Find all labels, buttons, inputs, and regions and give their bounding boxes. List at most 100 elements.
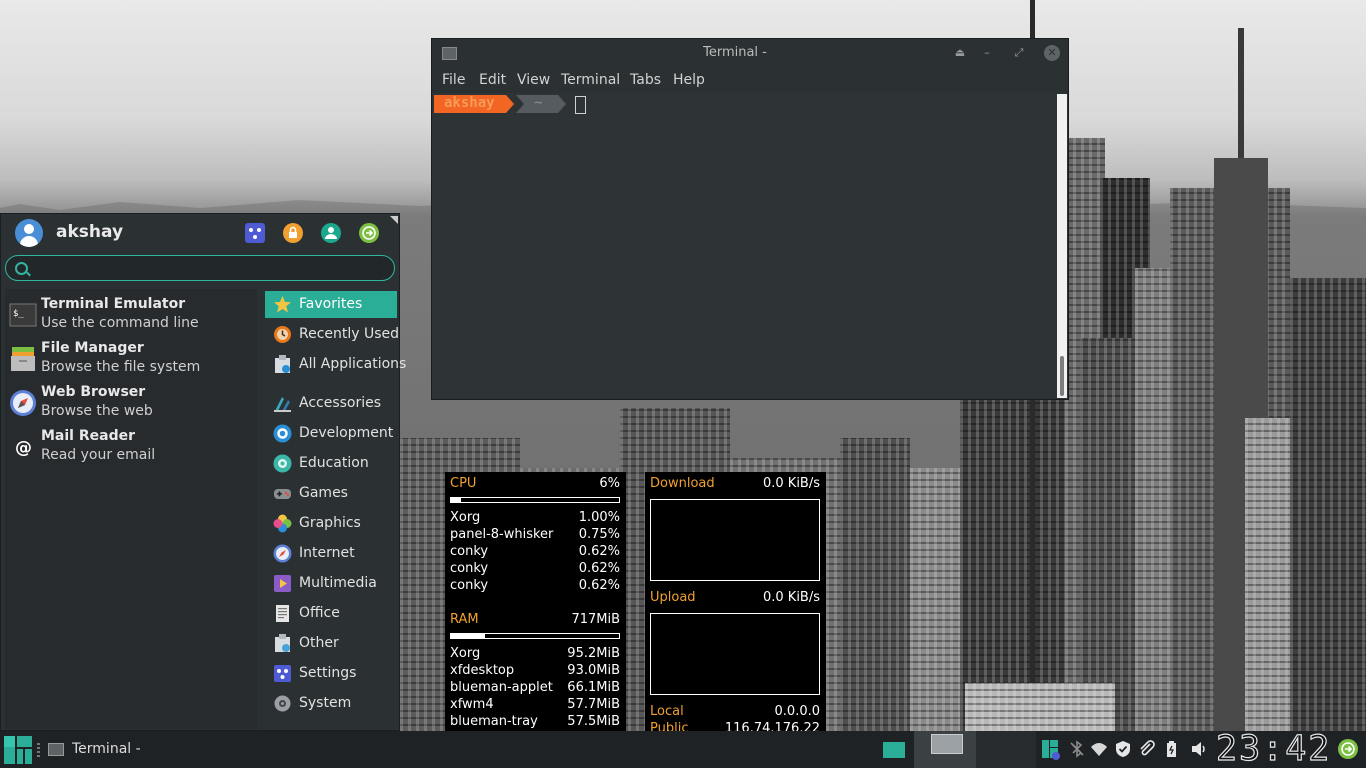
favorite-mail-reader[interactable]: @ Mail Reader Read your email <box>5 425 257 469</box>
office-icon <box>273 604 292 623</box>
lock-screen-icon[interactable] <box>283 223 303 243</box>
public-ip-row: Public 116.74.176.22 <box>650 721 820 731</box>
other-icon <box>273 634 292 653</box>
ram-process-row: xfdesktop 93.0MiB <box>450 663 620 678</box>
cpu-process-row: conky 0.62% <box>450 561 620 576</box>
terminal-title: Terminal - <box>703 45 767 60</box>
favorite-terminal-emulator[interactable]: $_ Terminal Emulator Use the command lin… <box>5 293 257 337</box>
favorites-list: $_ Terminal Emulator Use the command lin… <box>5 289 257 729</box>
ram-usage-bar <box>450 633 620 639</box>
maximize-icon[interactable]: ⤢ <box>1011 45 1027 61</box>
category-favorites[interactable]: Favorites <box>265 291 397 318</box>
settings-manager-icon[interactable] <box>245 223 265 243</box>
search-icon <box>15 262 28 275</box>
category-graphics[interactable]: Graphics <box>265 510 397 537</box>
category-games[interactable]: Games <box>265 480 397 507</box>
applications-icon <box>273 355 292 374</box>
cpu-header: CPU 6% <box>450 476 620 491</box>
ram-process-row: blueman-tray 57.5MiB <box>450 714 620 729</box>
compass-icon <box>9 389 37 417</box>
scrollbar-thumb[interactable] <box>1060 356 1064 396</box>
resize-corner-icon[interactable] <box>390 216 398 224</box>
taskbar: Terminal - 23:42 <box>0 731 1366 768</box>
terminal-scrollbar[interactable] <box>1057 94 1067 398</box>
workspace-2[interactable] <box>976 731 1036 768</box>
logout-icon[interactable] <box>1338 739 1358 759</box>
terminal-icon <box>48 743 64 756</box>
category-settings[interactable]: Settings <box>265 660 397 687</box>
menu-tabs[interactable]: Tabs <box>630 72 661 88</box>
search-field[interactable] <box>5 255 395 281</box>
local-ip-row: Local 0.0.0.0 <box>650 704 820 719</box>
prompt-dir-segment: ~ <box>516 95 566 113</box>
folder-icon <box>9 345 37 373</box>
favorite-file-manager[interactable]: File Manager Browse the file system <box>5 337 257 381</box>
conky-system-panel: CPU 6% Xorg 1.00% panel-8-whisker 0.75% co… <box>445 472 626 731</box>
internet-icon <box>273 544 292 563</box>
taskbar-task-terminal[interactable]: Terminal - <box>44 731 214 768</box>
menu-file[interactable]: File <box>442 72 465 88</box>
star-icon <box>273 295 292 314</box>
category-development[interactable]: Development <box>265 420 397 447</box>
education-icon <box>273 454 292 473</box>
category-accessories[interactable]: Accessories <box>265 390 397 417</box>
minimize-icon[interactable]: – <box>979 45 995 61</box>
search-input[interactable] <box>36 259 390 279</box>
bluetooth-disabled-icon[interactable] <box>1068 740 1086 758</box>
terminal-titlebar[interactable]: Terminal - ⏏ – ⤢ ✕ <box>432 39 1068 67</box>
panel-handle <box>37 743 40 757</box>
upload-graph <box>650 613 820 695</box>
menu-header: akshay <box>1 214 401 252</box>
category-recently-used[interactable]: Recently Used <box>265 321 399 348</box>
whisker-menu: akshay $_ Terminal Emulator Use the comm… <box>0 213 406 731</box>
clipboard-icon[interactable] <box>1138 740 1156 758</box>
conky-network-panel: Download 0.0 KiB/s Upload 0.0 KiB/s Loca… <box>645 472 826 731</box>
workspace-window-thumbnail <box>931 734 963 754</box>
at-sign-icon: @ <box>9 433 37 461</box>
svg-text:@: @ <box>15 438 32 458</box>
category-office[interactable]: Office <box>265 600 397 627</box>
ram-process-row: xfwm4 57.7MiB <box>450 697 620 712</box>
cpu-process-row: Xorg 1.00% <box>450 510 620 525</box>
logout-icon[interactable] <box>359 223 379 243</box>
terminal-output[interactable]: akshay ~ <box>434 94 1056 398</box>
shade-icon[interactable]: ⏏ <box>952 45 968 61</box>
clock[interactable]: 23:42 <box>1216 731 1330 768</box>
manjaro-notifier-icon[interactable] <box>1042 740 1060 760</box>
settings-icon <box>273 664 292 683</box>
favorite-web-browser[interactable]: Web Browser Browse the web <box>5 381 257 425</box>
multimedia-icon <box>273 574 292 593</box>
category-multimedia[interactable]: Multimedia <box>265 570 397 597</box>
cpu-process-row: conky 0.62% <box>450 578 620 593</box>
switch-user-icon[interactable] <box>321 223 341 243</box>
ram-process-row: Xorg 95.2MiB <box>450 646 620 661</box>
category-education[interactable]: Education <box>265 450 397 477</box>
shield-icon[interactable] <box>1114 740 1132 758</box>
cpu-process-row: conky 0.62% <box>450 544 620 559</box>
ram-process-row: blueman-applet 66.1MiB <box>450 680 620 695</box>
category-system[interactable]: System <box>265 690 397 717</box>
menu-help[interactable]: Help <box>673 72 705 88</box>
category-other[interactable]: Other <box>265 630 397 657</box>
cpu-usage-bar <box>450 497 620 503</box>
category-internet[interactable]: Internet <box>265 540 397 567</box>
category-all-applications[interactable]: All Applications <box>265 351 406 378</box>
gamepad-icon <box>273 484 292 503</box>
download-header: Download 0.0 KiB/s <box>650 476 820 491</box>
svg-text:$_: $_ <box>13 309 24 319</box>
manjaro-menu-icon[interactable] <box>4 736 32 764</box>
menu-view[interactable]: View <box>517 72 550 88</box>
workspace-1[interactable] <box>914 731 976 768</box>
volume-icon[interactable] <box>1190 740 1208 758</box>
menu-terminal[interactable]: Terminal <box>561 72 620 88</box>
development-icon <box>273 424 292 443</box>
show-desktop-icon[interactable] <box>883 742 905 758</box>
wifi-icon[interactable] <box>1090 740 1108 758</box>
close-icon[interactable]: ✕ <box>1044 45 1060 61</box>
username-label: akshay <box>56 222 124 242</box>
battery-icon[interactable] <box>1162 740 1180 758</box>
terminal-cursor <box>575 96 586 114</box>
cpu-process-row: panel-8-whisker 0.75% <box>450 527 620 542</box>
download-graph <box>650 499 820 581</box>
menu-edit[interactable]: Edit <box>479 72 506 88</box>
